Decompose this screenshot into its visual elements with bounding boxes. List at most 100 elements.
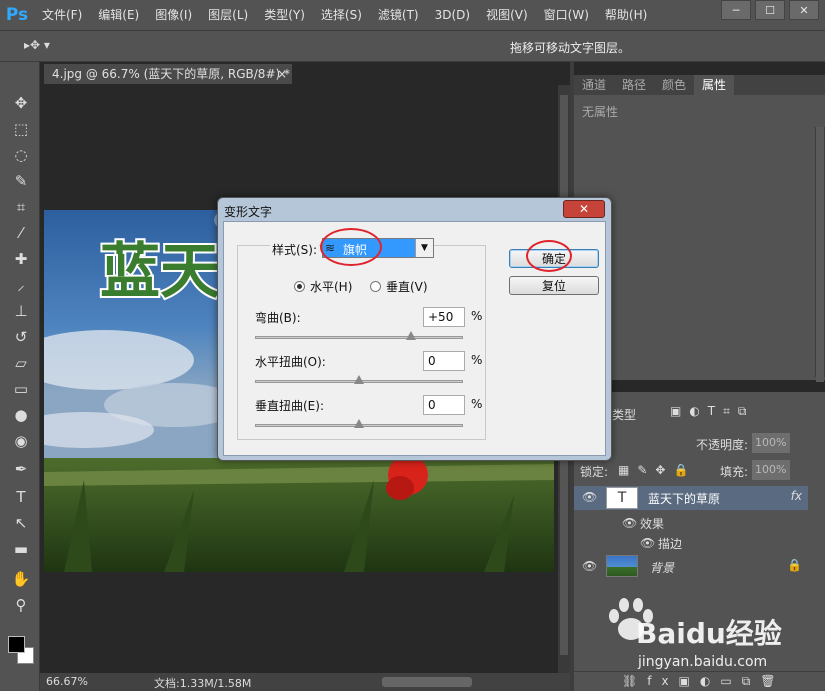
close-icon[interactable]: × bbox=[277, 64, 287, 84]
menu-help[interactable]: 帮助(H) bbox=[597, 0, 655, 30]
lock-row: 锁定: ▦✎✥🔒 填充: 100% bbox=[574, 460, 825, 484]
tab-channels[interactable]: 通道 bbox=[574, 75, 614, 95]
close-icon[interactable]: ✕ bbox=[789, 0, 819, 20]
scroll-thumb[interactable] bbox=[816, 127, 824, 382]
bend-slider[interactable] bbox=[255, 331, 463, 340]
stroke-label: 描边 bbox=[658, 537, 683, 551]
opacity-input[interactable]: 100% bbox=[752, 433, 790, 453]
eraser-tool-icon[interactable]: ▱ bbox=[10, 352, 32, 374]
options-hint: 拖移可移动文字图层。 bbox=[510, 41, 631, 55]
filter-icons[interactable]: ▣◐T⌗⧉ bbox=[670, 404, 754, 419]
foreground-color-swatch[interactable] bbox=[8, 636, 25, 653]
minimize-icon[interactable]: ─ bbox=[721, 0, 751, 20]
bend-slider-thumb[interactable] bbox=[405, 331, 416, 340]
vertical-distortion-slider[interactable] bbox=[255, 419, 463, 428]
document-tab[interactable]: 4.jpg @ 66.7% (蓝天下的草原, RGB/8#) * × bbox=[44, 64, 292, 84]
eye-icon[interactable]: 👁 bbox=[582, 490, 597, 504]
shape-tool-icon[interactable]: ▬ bbox=[10, 538, 32, 560]
warp-text-dialog: 变形文字 ✕ 样式(S): ≋ 旗帜 ▼ 水平(H) 垂直(V) 弯曲(B): … bbox=[217, 197, 612, 461]
crop-tool-icon[interactable]: ⌗ bbox=[10, 196, 32, 218]
menu-filter[interactable]: 滤镜(T) bbox=[370, 0, 427, 30]
menu-layer[interactable]: 图层(L) bbox=[200, 0, 256, 30]
properties-scrollbar[interactable] bbox=[815, 127, 825, 382]
layer-kind-filter[interactable]: 类型 bbox=[612, 406, 636, 423]
eye-icon[interactable]: 👁 bbox=[582, 559, 597, 573]
menu-image[interactable]: 图像(I) bbox=[147, 0, 200, 30]
horizontal-distortion-input[interactable]: 0 bbox=[423, 351, 465, 371]
bend-input[interactable]: +50 bbox=[423, 307, 465, 327]
menu-file[interactable]: 文件(F) bbox=[34, 0, 90, 30]
vertical-label[interactable]: 垂直(V) bbox=[386, 278, 428, 295]
watermark: Baidu经验 jingyan.baidu.com bbox=[606, 592, 820, 676]
horizontal-radio[interactable] bbox=[294, 281, 305, 292]
menu-window[interactable]: 窗口(W) bbox=[536, 0, 597, 30]
hand-tool-icon[interactable]: ✋ bbox=[10, 568, 32, 590]
horizontal-scroll-thumb[interactable] bbox=[382, 677, 472, 687]
dialog-title: 变形文字 bbox=[224, 205, 273, 219]
pen-tool-icon[interactable]: ✒ bbox=[10, 458, 32, 480]
eye-icon[interactable]: 👁 bbox=[640, 536, 655, 550]
menu-select[interactable]: 选择(S) bbox=[313, 0, 370, 30]
status-bar: 66.67% 文档:1.33M/1.58M bbox=[40, 673, 572, 691]
history-brush-icon[interactable]: ↺ bbox=[10, 326, 32, 348]
move-tool-icon[interactable]: ✥ bbox=[10, 92, 32, 114]
watermark-brand: Baidu经验 bbox=[636, 617, 782, 650]
menu-3d[interactable]: 3D(D) bbox=[427, 0, 478, 30]
layer-action-icons[interactable]: ⛓fx▣◐▭⧉🗑 bbox=[622, 674, 786, 689]
layer-name[interactable]: 背景 bbox=[650, 559, 674, 576]
fill-label: 填充: bbox=[720, 465, 749, 479]
menu-edit[interactable]: 编辑(E) bbox=[90, 0, 147, 30]
zoom-tool-icon[interactable]: ⚲ bbox=[10, 594, 32, 616]
layer-row-background[interactable]: 👁 背景 🔒 bbox=[574, 555, 808, 579]
dialog-body: 样式(S): ≋ 旗帜 ▼ 水平(H) 垂直(V) 弯曲(B): +50 % 水… bbox=[223, 221, 606, 456]
horizontal-distortion-thumb[interactable] bbox=[354, 375, 364, 384]
style-select[interactable]: ≋ 旗帜 ▼ bbox=[322, 238, 434, 258]
quick-select-icon[interactable]: ✎ bbox=[10, 170, 32, 192]
clone-stamp-icon[interactable]: ⊥ bbox=[10, 300, 32, 322]
fill-input[interactable]: 100% bbox=[752, 460, 790, 480]
close-icon[interactable]: ✕ bbox=[563, 200, 605, 218]
effects-label: 效果 bbox=[640, 517, 665, 531]
window-controls: ─ ☐ ✕ bbox=[721, 0, 819, 20]
maximize-icon[interactable]: ☐ bbox=[755, 0, 785, 20]
chevron-down-icon[interactable]: ▼ bbox=[415, 239, 433, 257]
eyedropper-icon[interactable]: ⁄ bbox=[10, 222, 32, 244]
zoom-level[interactable]: 66.67% bbox=[46, 675, 88, 688]
path-select-icon[interactable]: ↖ bbox=[10, 512, 32, 534]
tab-color[interactable]: 颜色 bbox=[654, 75, 694, 95]
vertical-distortion-thumb[interactable] bbox=[354, 419, 364, 428]
type-tool-icon[interactable]: T bbox=[10, 486, 32, 508]
tool-panel: ✥ ⬚ ◌ ✎ ⌗ ⁄ ✚ ⸝ ⊥ ↺ ▱ ▭ ● ◉ ✒ T ↖ ▬ ✋ ⚲ bbox=[0, 62, 40, 691]
fx-icon[interactable]: fx bbox=[791, 489, 802, 503]
vertical-radio[interactable] bbox=[370, 281, 381, 292]
lasso-tool-icon[interactable]: ◌ bbox=[10, 144, 32, 166]
eye-icon[interactable]: 👁 bbox=[622, 516, 637, 530]
gradient-tool-icon[interactable]: ▭ bbox=[10, 378, 32, 400]
tab-paths[interactable]: 路径 bbox=[614, 75, 654, 95]
vertical-distortion-input[interactable]: 0 bbox=[423, 395, 465, 415]
layer-row-text[interactable]: 👁 T 蓝天下的草原 fx bbox=[574, 486, 808, 510]
layer-stroke-row[interactable]: 👁 描边 bbox=[574, 532, 808, 556]
no-properties-text: 无属性 bbox=[582, 105, 619, 119]
blur-tool-icon[interactable]: ● bbox=[10, 404, 32, 426]
document-title: 4.jpg @ 66.7% (蓝天下的草原, RGB/8#) * bbox=[52, 67, 290, 81]
layer-name[interactable]: 蓝天下的草原 bbox=[648, 490, 720, 507]
lock-label: 锁定: bbox=[580, 465, 609, 479]
dodge-tool-icon[interactable]: ◉ bbox=[10, 430, 32, 452]
vertical-distortion-unit: % bbox=[471, 397, 483, 411]
horizontal-label[interactable]: 水平(H) bbox=[310, 278, 352, 295]
healing-brush-icon[interactable]: ✚ bbox=[10, 248, 32, 270]
marquee-tool-icon[interactable]: ⬚ bbox=[10, 118, 32, 140]
menu-type[interactable]: 类型(Y) bbox=[256, 0, 313, 30]
options-bar: ▸✥ ▾ 拖移可移动文字图层。 bbox=[0, 30, 825, 62]
horizontal-distortion-slider[interactable] bbox=[255, 375, 463, 384]
reset-button[interactable]: 复位 bbox=[509, 276, 599, 295]
tab-properties[interactable]: 属性 bbox=[694, 75, 735, 95]
menu-view[interactable]: 视图(V) bbox=[478, 0, 536, 30]
brush-tool-icon[interactable]: ⸝ bbox=[10, 274, 32, 296]
watermark-url: jingyan.baidu.com bbox=[638, 654, 768, 670]
ok-button[interactable]: 确定 bbox=[509, 249, 599, 268]
move-tool-icon[interactable]: ▸✥ ▾ bbox=[24, 38, 50, 52]
lock-icons[interactable]: ▦✎✥🔒 bbox=[618, 463, 696, 477]
vertical-distortion-label: 垂直扭曲(E): bbox=[255, 399, 324, 413]
